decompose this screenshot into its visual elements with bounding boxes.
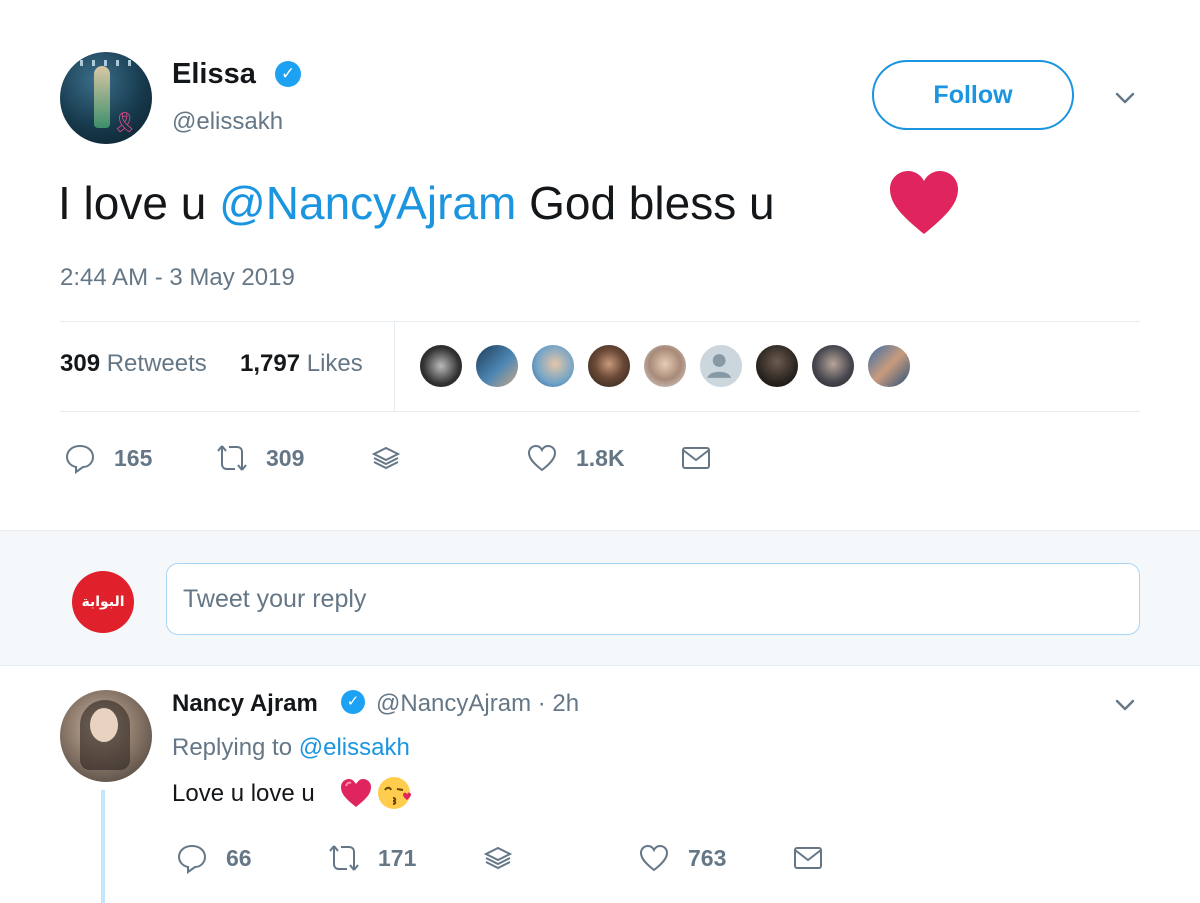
reply-action[interactable]: 66 [176,842,252,874]
like-count: 1.8K [576,444,625,471]
envelope-icon [794,847,822,869]
retweet-count: 171 [378,844,417,871]
reply-text: Love u love u [172,780,315,807]
replying-to-link[interactable]: @elissakh [299,734,410,761]
author-handle[interactable]: @elissakh [172,108,283,136]
reply-handle-time[interactable]: @NancyAjram · 2h [376,690,579,718]
verified-badge-icon: ✓ [341,690,365,714]
nancy-avatar[interactable] [60,690,152,782]
retweet-action[interactable]: 171 [328,842,416,874]
retweet-icon [329,845,359,871]
layers-icon [483,846,513,870]
liker-avatar[interactable] [530,343,576,389]
liker-avatar[interactable] [810,343,856,389]
liker-avatar[interactable] [586,343,632,389]
elissa-avatar[interactable]: 🎗 [60,52,152,144]
reply-count: 66 [226,844,252,871]
envelope-icon [682,447,710,469]
default-avatar-icon[interactable] [698,343,744,389]
user-avatar[interactable]: البوابة [72,571,134,633]
main-tweet: 🎗 Elissa ✓ @elissakh Follow I love u @Na… [0,0,1200,530]
reply-action[interactable]: 165 [64,442,152,474]
reply-input[interactable] [166,563,1140,635]
like-action[interactable]: 763 [638,842,726,874]
author-name[interactable]: Elissa [172,58,256,91]
verified-badge-icon: ✓ [275,61,301,87]
retweets-stat[interactable]: 309 Retweets [60,350,207,378]
layers-icon [371,446,401,470]
heart-icon [527,444,557,472]
heart-emoji-icon [341,779,371,807]
liker-avatar[interactable] [418,343,464,389]
heart-emoji-icon [890,171,958,234]
retweet-count: 309 [266,444,305,471]
retweet-icon [217,445,247,471]
reply-composer: البوابة [0,530,1200,666]
divider [394,322,395,412]
kiss-face-emoji-icon [378,777,411,809]
divider [60,411,1140,412]
message-action[interactable] [792,842,824,874]
liker-avatar[interactable] [754,343,800,389]
reply-author-name[interactable]: Nancy Ajram [172,690,318,718]
chevron-down-icon[interactable] [1114,694,1136,716]
reply-icon [177,844,207,874]
liker-avatar[interactable] [866,343,912,389]
mention-link[interactable]: @NancyAjram [219,177,516,229]
tweet-text: I love u @NancyAjram God bless u [58,177,775,229]
reply-icon [65,444,95,474]
reply-tweet: Nancy Ajram ✓ @NancyAjram · 2h Replying … [0,666,1200,903]
heart-icon [639,844,669,872]
follow-button[interactable]: Follow [872,60,1074,130]
stack-action[interactable] [370,442,402,474]
message-action[interactable] [680,442,712,474]
divider [60,321,1140,322]
retweet-action[interactable]: 309 [216,442,304,474]
tweet-timestamp[interactable]: 2:44 AM - 3 May 2019 [60,264,295,292]
liker-avatar[interactable] [474,343,520,389]
replying-to: Replying to @elissakh [172,734,410,761]
like-action[interactable]: 1.8K [526,442,625,474]
stack-action[interactable] [482,842,514,874]
reply-count: 165 [114,444,153,471]
liker-avatar[interactable] [642,343,688,389]
like-count: 763 [688,844,727,871]
thread-line [101,790,105,903]
chevron-down-icon[interactable] [1114,87,1136,109]
likes-stat[interactable]: 1,797 Likes [240,350,363,378]
